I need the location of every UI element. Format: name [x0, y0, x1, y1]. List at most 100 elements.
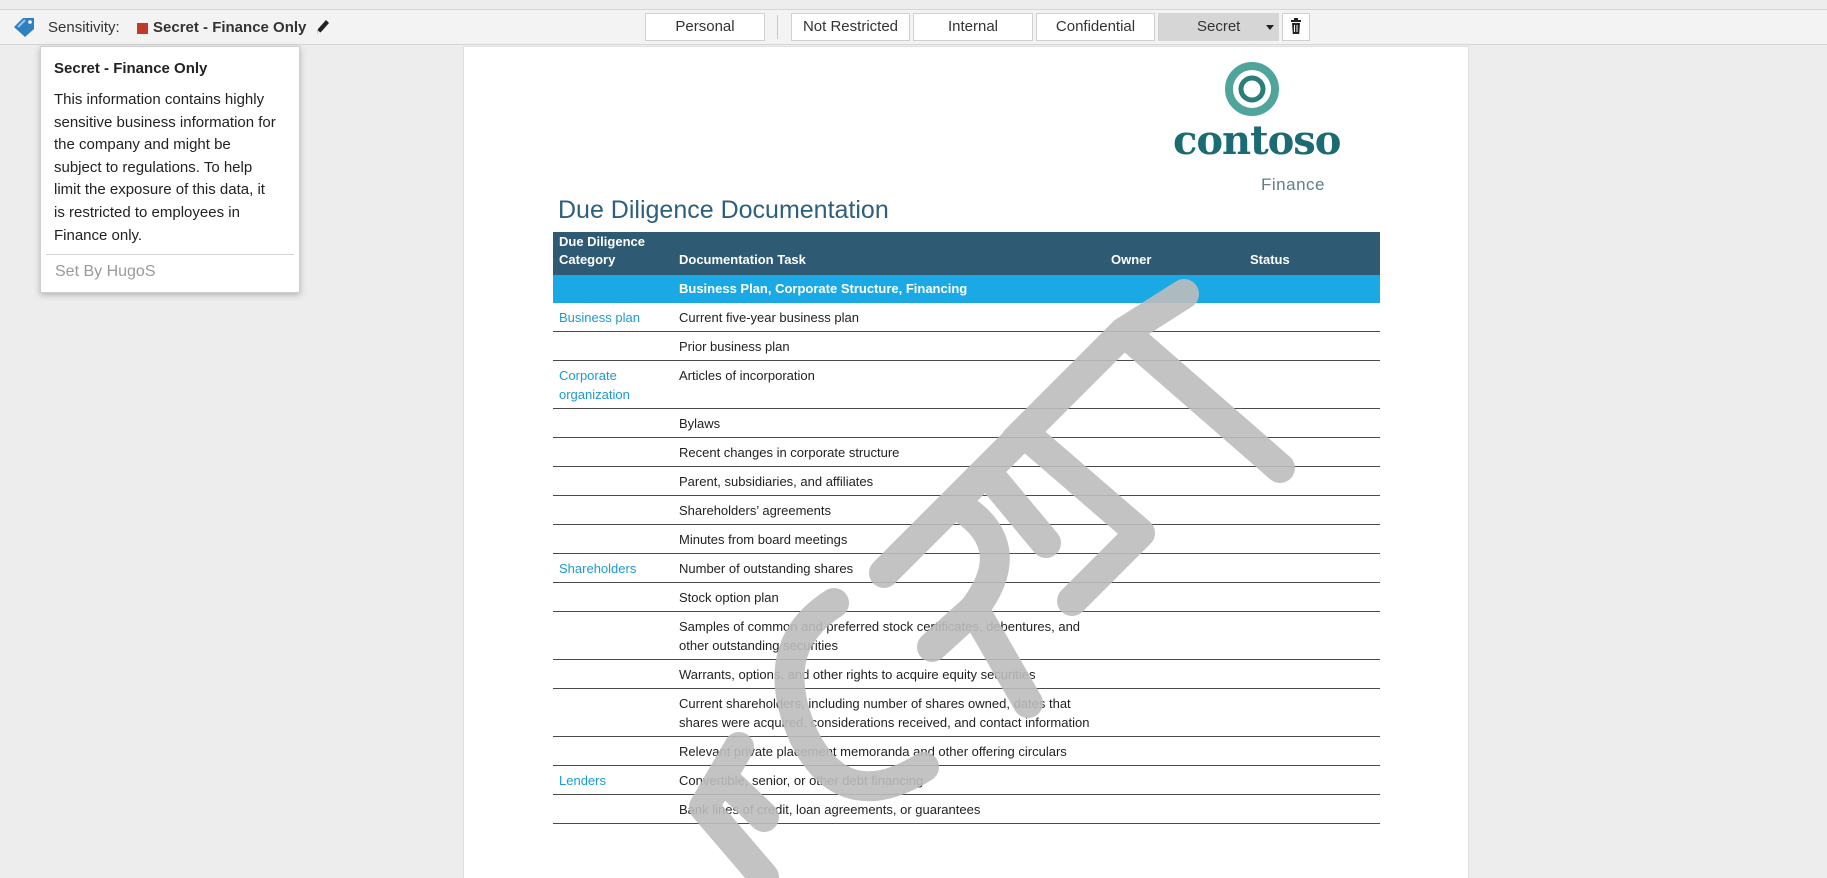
tooltip-line: Finance only.	[54, 226, 143, 244]
contoso-ring-icon	[1225, 62, 1279, 116]
header-category: Due Diligence Category	[553, 232, 673, 275]
owner-cell[interactable]	[1105, 582, 1244, 612]
category-cell	[553, 688, 673, 737]
table-header-row: Due Diligence Category Documentation Tas…	[553, 232, 1380, 275]
status-cell[interactable]	[1244, 360, 1380, 409]
level-button-not-restricted[interactable]: Not Restricted	[791, 13, 910, 41]
owner-cell[interactable]	[1105, 553, 1244, 583]
owner-cell[interactable]	[1105, 736, 1244, 766]
owner-cell[interactable]	[1105, 659, 1244, 689]
table-row: Shareholders’ agreements	[553, 495, 1380, 525]
status-cell[interactable]	[1244, 765, 1380, 795]
category-cell	[553, 331, 673, 361]
category-cell	[553, 794, 673, 824]
level-divider	[777, 15, 778, 39]
status-cell[interactable]	[1244, 331, 1380, 361]
tooltip-line: limit the exposure of this data, it	[54, 181, 265, 199]
category-cell	[553, 408, 673, 438]
tooltip-line: sensitive business information for	[54, 113, 276, 131]
status-cell[interactable]	[1244, 794, 1380, 824]
owner-cell[interactable]	[1105, 688, 1244, 737]
section-row: Business Plan, Corporate Structure, Fina…	[553, 275, 1380, 303]
owner-cell[interactable]	[1105, 765, 1244, 795]
current-sensitivity-label: Secret - Finance Only	[153, 19, 307, 36]
table-row: Bank lines of credit, loan agreements, o…	[553, 794, 1380, 824]
table-row: Stock option plan	[553, 582, 1380, 612]
status-cell[interactable]	[1244, 437, 1380, 467]
table-row: Parent, subsidiaries, and affiliates	[553, 466, 1380, 496]
category-cell: Shareholders	[553, 553, 673, 583]
category-cell	[553, 659, 673, 689]
status-cell[interactable]	[1244, 466, 1380, 496]
status-cell[interactable]	[1244, 524, 1380, 554]
task-cell: Current five-year business plan	[673, 303, 1105, 332]
owner-cell[interactable]	[1105, 495, 1244, 525]
status-cell[interactable]	[1244, 303, 1380, 332]
category-cell: Corporate organization	[553, 360, 673, 409]
delete-label-button[interactable]	[1282, 13, 1310, 41]
level-button-secret[interactable]: Secret	[1158, 13, 1279, 41]
category-cell	[553, 466, 673, 496]
label-description-tooltip: Secret - Finance Only This information c…	[40, 46, 300, 293]
owner-cell[interactable]	[1105, 466, 1244, 496]
status-cell[interactable]	[1244, 659, 1380, 689]
status-cell[interactable]	[1244, 611, 1380, 660]
tooltip-line: the company and might be	[54, 136, 231, 154]
task-cell: Number of outstanding shares	[673, 553, 1105, 583]
table-row: Bylaws	[553, 408, 1380, 438]
owner-cell[interactable]	[1105, 408, 1244, 438]
task-cell: Bank lines of credit, loan agreements, o…	[673, 794, 1105, 824]
status-cell[interactable]	[1244, 688, 1380, 737]
tooltip-line: subject to regulations. To help	[54, 158, 253, 176]
category-cell	[553, 582, 673, 612]
task-cell: Convertible, senior, or other debt finan…	[673, 765, 1105, 795]
task-cell: Shareholders’ agreements	[673, 495, 1105, 525]
tooltip-title: Secret - Finance Only	[54, 60, 208, 77]
owner-cell[interactable]	[1105, 611, 1244, 660]
level-button-personal[interactable]: Personal	[645, 13, 765, 41]
category-cell	[553, 736, 673, 766]
tooltip-set-by: Set By HugoS	[55, 263, 156, 280]
status-cell[interactable]	[1244, 553, 1380, 583]
section-spacer	[553, 275, 673, 303]
category-cell	[553, 495, 673, 525]
task-cell: Bylaws	[673, 408, 1105, 438]
level-button-internal[interactable]: Internal	[913, 13, 1033, 41]
table-row: Recent changes in corporate structure	[553, 437, 1380, 467]
level-button-secret-label: Secret	[1197, 18, 1241, 35]
header-status: Status	[1244, 232, 1380, 275]
table-row: Samples of common and preferred stock ce…	[553, 611, 1380, 660]
category-cell	[553, 524, 673, 554]
logo-subtitle: Finance	[1261, 175, 1325, 194]
status-cell[interactable]	[1244, 408, 1380, 438]
status-cell[interactable]	[1244, 736, 1380, 766]
status-cell[interactable]	[1244, 582, 1380, 612]
task-cell: Current shareholders, including number o…	[673, 688, 1105, 737]
header-category-line2: Category	[559, 252, 616, 267]
header-category-line1: Due Diligence	[559, 234, 645, 249]
pencil-icon[interactable]	[314, 18, 330, 36]
caret-down-icon[interactable]	[1266, 25, 1274, 30]
task-cell: Articles of incorporation	[673, 360, 1105, 409]
table-row: Prior business plan	[553, 331, 1380, 361]
due-diligence-table: Due Diligence Category Documentation Tas…	[553, 232, 1380, 824]
owner-cell[interactable]	[1105, 524, 1244, 554]
task-cell: Recent changes in corporate structure	[673, 437, 1105, 467]
contoso-logo: contoso Finance	[1173, 57, 1341, 194]
tooltip-line: This information contains highly	[54, 91, 265, 108]
task-cell: Parent, subsidiaries, and affiliates	[673, 466, 1105, 496]
owner-cell[interactable]	[1105, 360, 1244, 409]
logo-wordmark: contoso	[1173, 117, 1341, 164]
table-row: Business plan Current five-year business …	[553, 303, 1380, 332]
owner-cell[interactable]	[1105, 794, 1244, 824]
level-button-confidential[interactable]: Confidential	[1036, 13, 1155, 41]
owner-cell[interactable]	[1105, 303, 1244, 332]
status-cell[interactable]	[1244, 495, 1380, 525]
category-cell	[553, 611, 673, 660]
header-owner: Owner	[1105, 232, 1244, 275]
tooltip-line: is restricted to employees in	[54, 203, 240, 221]
owner-cell[interactable]	[1105, 331, 1244, 361]
owner-cell[interactable]	[1105, 437, 1244, 467]
category-cell	[553, 437, 673, 467]
task-cell: Warrants, options, and other rights to a…	[673, 659, 1105, 689]
